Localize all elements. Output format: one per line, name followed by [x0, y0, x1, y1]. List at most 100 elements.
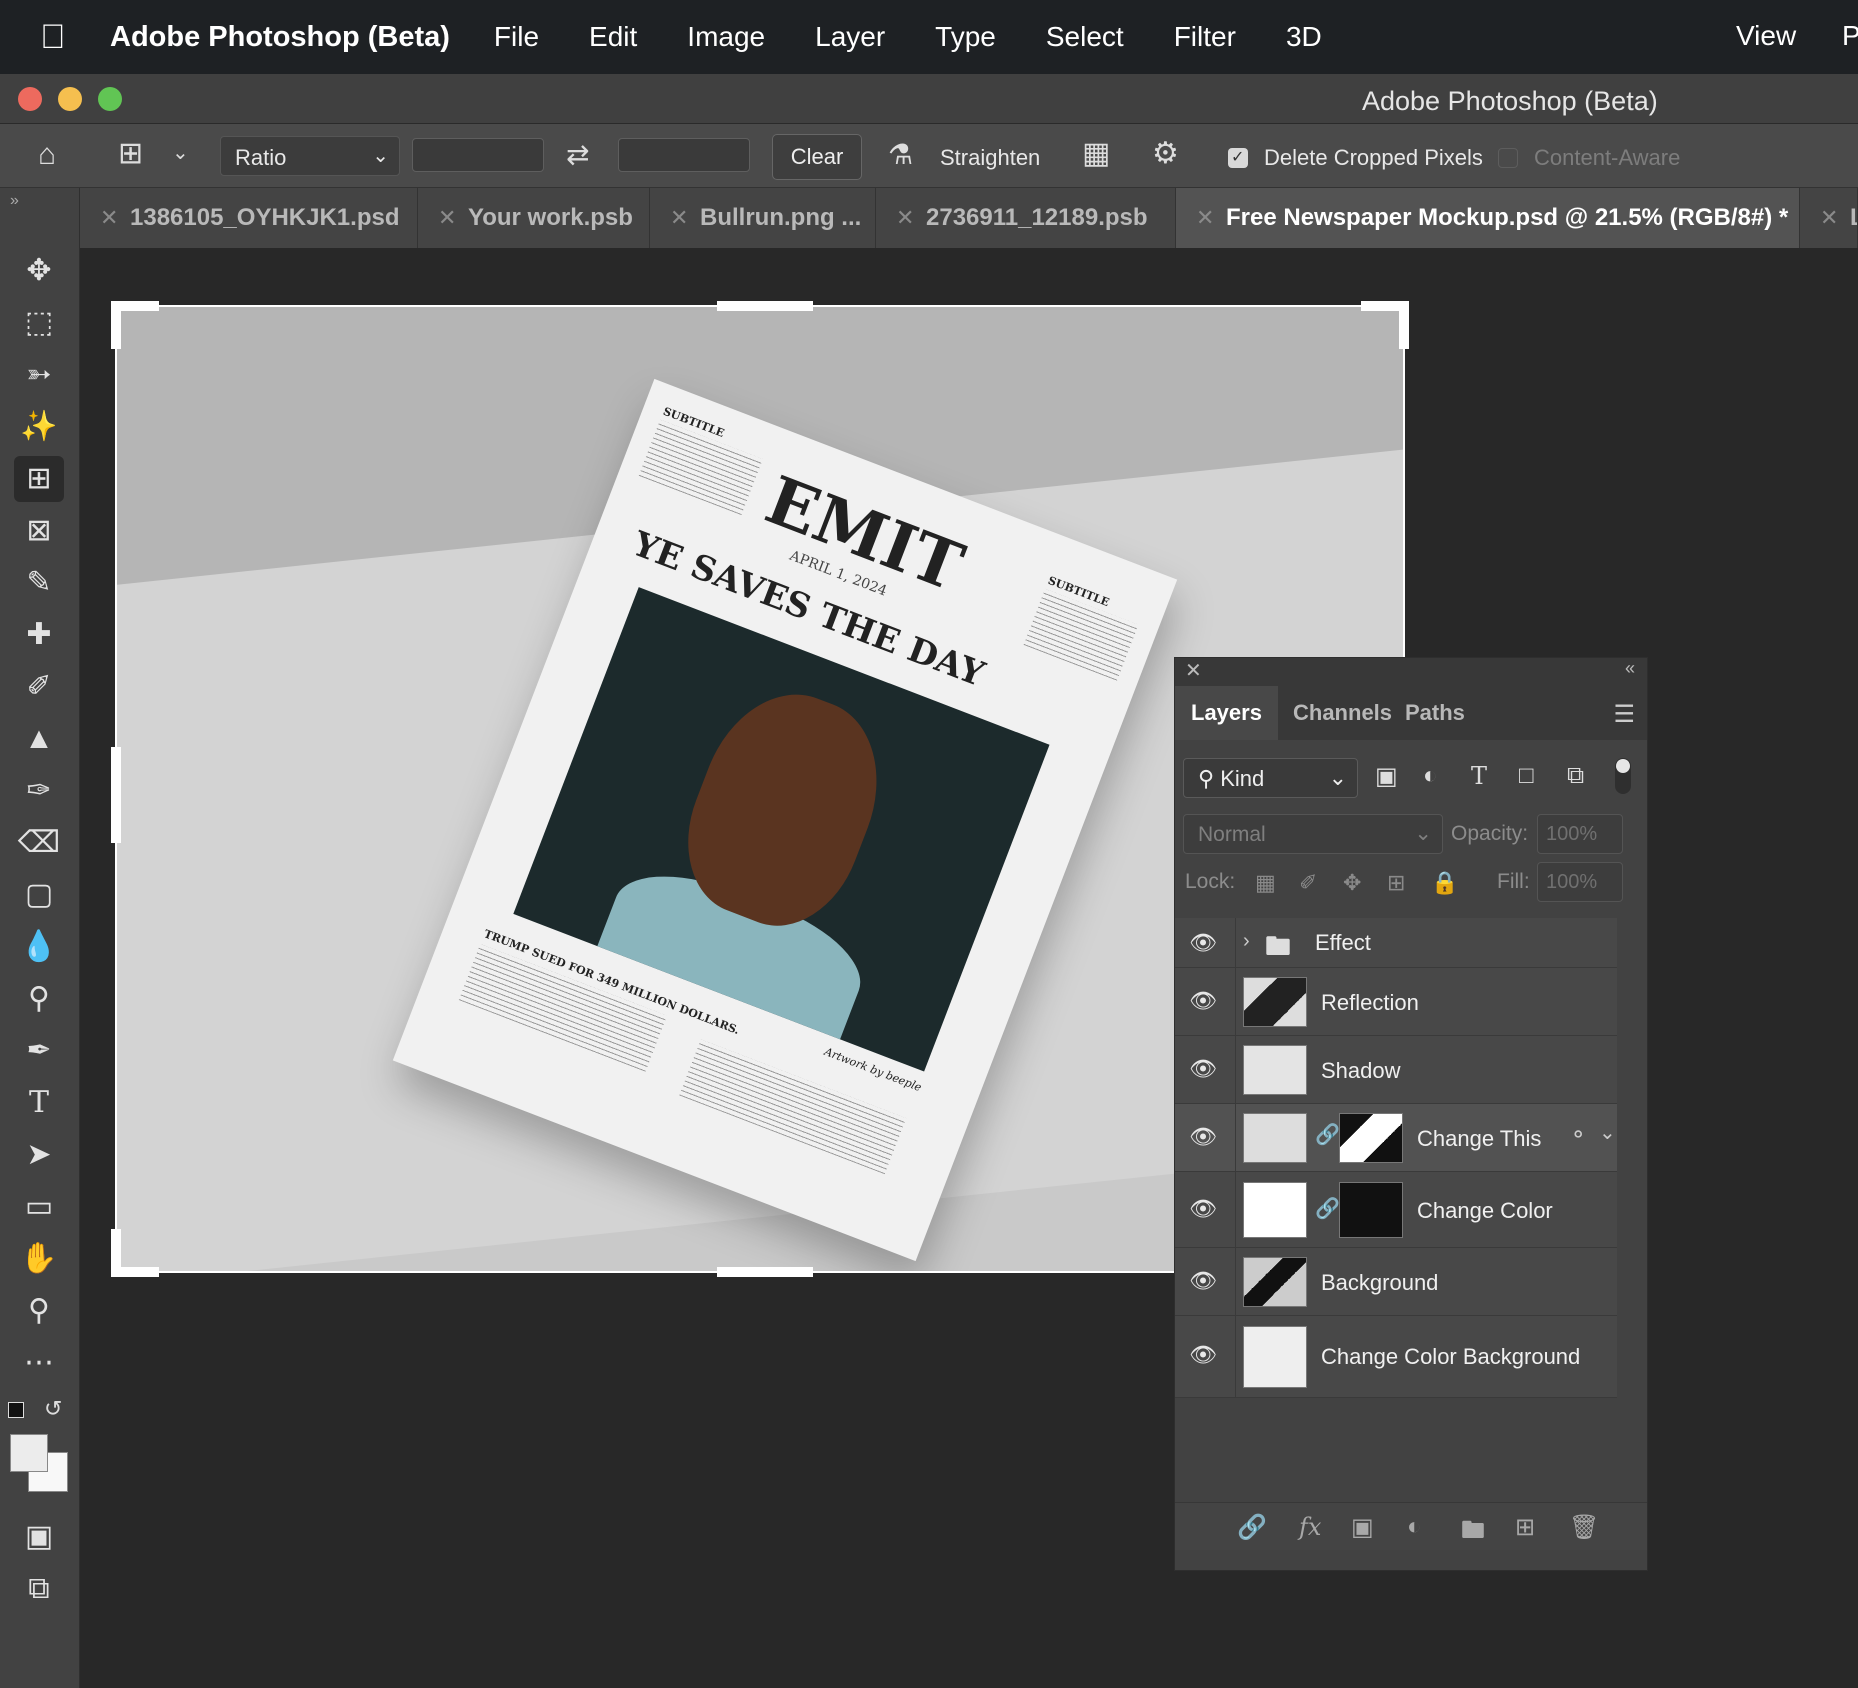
visibility-eye-icon[interactable]: 👁	[1189, 1342, 1217, 1368]
close-tab-icon[interactable]: ✕	[100, 188, 118, 248]
adjustment-layer-icon[interactable]: ◐	[1407, 1513, 1422, 1541]
visibility-eye-icon[interactable]: 👁	[1189, 1124, 1217, 1150]
layer-mask-thumbnail[interactable]	[1339, 1113, 1403, 1163]
healing-brush-tool-icon[interactable]: ✚	[14, 612, 64, 658]
zoom-tool-icon[interactable]: ⚲	[14, 1288, 64, 1334]
filter-smart-object-icon[interactable]: ⧉	[1567, 762, 1584, 790]
minimize-window-button[interactable]	[58, 87, 82, 111]
close-tab-icon[interactable]: ✕	[896, 188, 914, 248]
menu-image[interactable]: Image	[687, 21, 765, 53]
crop-handle-bottom[interactable]	[717, 1267, 813, 1277]
screen-mode-icon[interactable]: ⧉	[14, 1566, 64, 1612]
hand-tool-icon[interactable]: ✋	[14, 1236, 64, 1282]
crop-handle-top-right[interactable]	[1399, 301, 1409, 349]
crop-ratio-select[interactable]: Ratio ⌄	[220, 136, 400, 176]
move-tool-icon[interactable]: ✥	[14, 248, 64, 294]
swap-icon[interactable]: ⇄	[566, 138, 589, 171]
layer-row[interactable]: 👁 Change Color Background	[1175, 1316, 1617, 1398]
tab-layers[interactable]: Layers	[1175, 686, 1278, 740]
menu-filter[interactable]: Filter	[1174, 21, 1236, 53]
visibility-eye-icon[interactable]: 👁	[1189, 1268, 1217, 1294]
swap-colors-icon[interactable]: ↺	[44, 1396, 62, 1422]
gear-icon[interactable]: ⚙	[1152, 136, 1179, 171]
more-tools-icon[interactable]: ⋯	[14, 1340, 64, 1386]
doc-tab[interactable]: ✕ Your work.psb	[418, 188, 650, 248]
layer-filter-kind-select[interactable]: ⚲ Kind ⌄	[1183, 758, 1358, 798]
visibility-eye-icon[interactable]: 👁	[1189, 1056, 1217, 1082]
delete-cropped-pixels-checkbox[interactable]	[1228, 147, 1248, 168]
opacity-input[interactable]: 100%	[1537, 814, 1623, 854]
blur-tool-icon[interactable]: 💧	[14, 924, 64, 970]
collapse-panel-icon[interactable]: «	[1625, 658, 1635, 679]
menu-select[interactable]: Select	[1046, 21, 1124, 53]
doc-tab[interactable]: ✕ 2736911_12189.psb	[876, 188, 1176, 248]
doc-tab[interactable]: ✕ L	[1800, 188, 1858, 248]
filter-type-icon[interactable]: T	[1471, 762, 1487, 790]
visibility-eye-icon[interactable]: 👁	[1189, 930, 1217, 956]
default-colors-icon[interactable]	[8, 1402, 24, 1418]
menu-layer[interactable]: Layer	[815, 21, 885, 53]
eyedropper-tool-icon[interactable]: ✎	[14, 560, 64, 606]
doc-tab-active[interactable]: ✕ Free Newspaper Mockup.psd @ 21.5% (RGB…	[1176, 188, 1800, 248]
close-tab-icon[interactable]: ✕	[1820, 188, 1838, 248]
new-group-folder-icon[interactable]: 🖿	[1461, 1513, 1485, 1554]
link-icon[interactable]: 🔗	[1315, 1196, 1340, 1221]
link-layers-icon[interactable]: 🔗	[1237, 1513, 1267, 1542]
crop-handle-top-left[interactable]	[111, 301, 121, 349]
home-icon[interactable]: ⌂	[38, 138, 56, 172]
layer-row[interactable]: 👁 Shadow	[1175, 1036, 1617, 1104]
chevron-down-icon[interactable]: ⌄	[1599, 1120, 1616, 1145]
close-window-button[interactable]	[18, 87, 42, 111]
blend-mode-select[interactable]: Normal ⌄	[1183, 814, 1443, 854]
filter-shape-icon[interactable]: □	[1519, 762, 1534, 790]
clone-stamp-tool-icon[interactable]: ▲	[14, 716, 64, 762]
tab-paths[interactable]: Paths	[1389, 686, 1481, 740]
close-tab-icon[interactable]: ✕	[670, 188, 688, 248]
rectangle-tool-icon[interactable]: ▭	[14, 1184, 64, 1230]
filter-toggle-switch[interactable]	[1615, 758, 1631, 794]
menu-3d[interactable]: 3D	[1286, 21, 1322, 53]
marquee-tool-icon[interactable]: ⬚	[14, 300, 64, 346]
brush-tool-icon[interactable]: ✐	[14, 664, 64, 710]
quick-mask-icon[interactable]: ▣	[14, 1514, 64, 1560]
frame-tool-icon[interactable]: ⊠	[14, 508, 64, 554]
filter-adjustment-icon[interactable]: ◐	[1423, 762, 1438, 790]
visibility-eye-icon[interactable]: 👁	[1189, 1196, 1217, 1222]
menu-view[interactable]: View	[1736, 20, 1796, 52]
path-selection-tool-icon[interactable]: ➤	[14, 1132, 64, 1178]
lock-all-icon[interactable]: 🔒	[1431, 870, 1458, 896]
lock-artboard-icon[interactable]: ⊞	[1387, 870, 1405, 896]
crop-handle-top[interactable]	[717, 301, 813, 311]
lock-image-pixels-icon[interactable]: ✐	[1299, 870, 1317, 896]
fill-input[interactable]: 100%	[1537, 862, 1623, 902]
menu-type[interactable]: Type	[935, 21, 996, 53]
layer-row[interactable]: 👁 Reflection	[1175, 968, 1617, 1036]
gradient-tool-icon[interactable]: ▢	[14, 872, 64, 918]
overlay-grid-icon[interactable]: ▦	[1082, 136, 1110, 171]
link-icon[interactable]: 🔗	[1315, 1122, 1340, 1147]
apple-menu-icon[interactable]: 	[40, 18, 100, 57]
foreground-color-swatch[interactable]	[10, 1434, 48, 1472]
lock-transparent-pixels-icon[interactable]: ▦	[1255, 870, 1276, 896]
filter-pixel-icon[interactable]: ▣	[1375, 762, 1398, 791]
crop-height-input[interactable]	[618, 138, 750, 172]
new-layer-icon[interactable]: ⊞	[1515, 1513, 1535, 1542]
fx-icon[interactable]: fx	[1299, 1513, 1321, 1541]
crop-tool-icon[interactable]: ⊞	[14, 456, 64, 502]
add-mask-icon[interactable]: ▣	[1351, 1513, 1374, 1542]
close-panel-icon[interactable]: ✕	[1185, 658, 1202, 683]
layer-mask-thumbnail[interactable]	[1339, 1182, 1403, 1238]
crop-width-input[interactable]	[412, 138, 544, 172]
doc-tab[interactable]: ✕ Bullrun.png ...	[650, 188, 876, 248]
layer-row-selected[interactable]: 👁 🔗 Change This ⚬ ⌄	[1175, 1104, 1617, 1172]
content-aware-checkbox[interactable]	[1498, 148, 1518, 168]
menu-edit[interactable]: Edit	[589, 21, 637, 53]
lasso-tool-icon[interactable]: ➳	[14, 352, 64, 398]
straighten-icon[interactable]: ⚗	[888, 138, 913, 171]
dodge-tool-icon[interactable]: ⚲	[14, 976, 64, 1022]
chevron-right-icon[interactable]: ›	[1243, 930, 1250, 953]
visibility-eye-icon[interactable]: 👁	[1189, 988, 1217, 1014]
clear-button[interactable]: Clear	[772, 134, 862, 180]
type-tool-icon[interactable]: T	[14, 1080, 64, 1126]
eraser-tool-icon[interactable]: ⌫	[14, 820, 64, 866]
